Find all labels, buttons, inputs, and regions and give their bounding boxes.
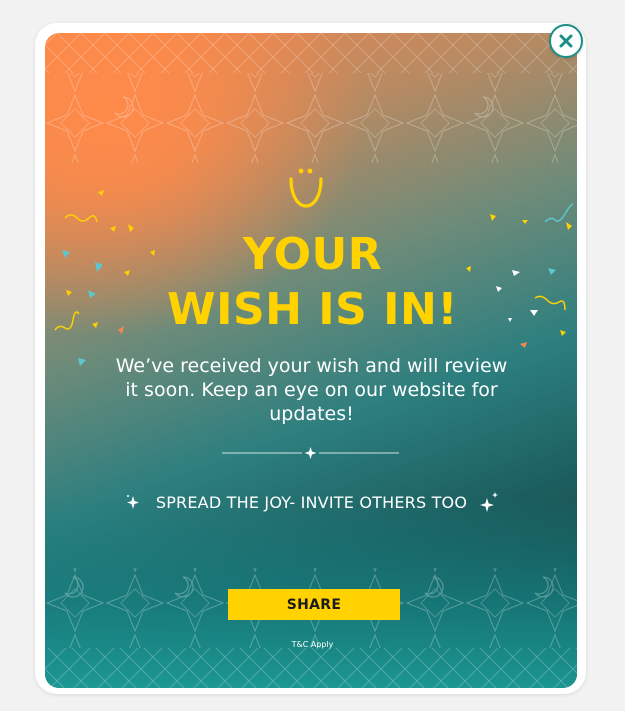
headline-line-2: WISH IS IN! xyxy=(167,284,458,335)
smile-icon xyxy=(289,168,323,208)
close-button[interactable] xyxy=(549,24,583,58)
spread-joy-row: SPREAD THE JOY- INVITE OTHERS TOO xyxy=(0,490,625,514)
spread-joy-text: SPREAD THE JOY- INVITE OTHERS TOO xyxy=(155,492,468,512)
confirmation-message: We’ve received your wish and will review… xyxy=(115,355,508,425)
sparkle-icon xyxy=(480,492,499,512)
sparkle-icon xyxy=(126,495,139,509)
close-icon xyxy=(559,34,573,48)
headline-line-1: YOUR xyxy=(242,229,383,280)
terms-link[interactable]: T&C Apply xyxy=(0,640,625,649)
share-button[interactable]: SHARE xyxy=(228,589,400,620)
star-divider-icon xyxy=(222,447,399,459)
page-background: YOUR WISH IS IN! We’ve received your wis… xyxy=(0,0,625,711)
